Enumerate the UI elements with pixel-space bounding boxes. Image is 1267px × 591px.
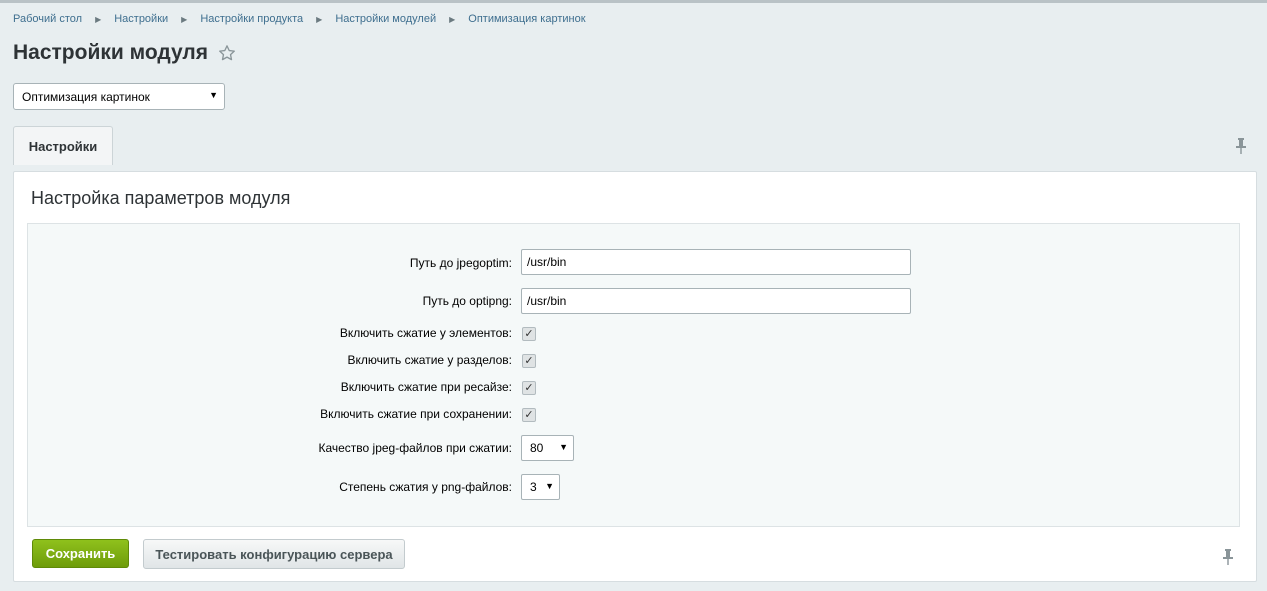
module-select[interactable]: Оптимизация картинок ▼	[13, 83, 225, 110]
chevron-down-icon: ▼	[559, 442, 568, 452]
module-select-value: Оптимизация картинок	[22, 90, 150, 104]
compress-save-checkbox[interactable]: ✓	[522, 408, 536, 422]
png-level-value: 3	[530, 480, 537, 494]
test-server-config-button[interactable]: Тестировать конфигурацию сервера	[143, 539, 405, 569]
jpegoptim-path-input[interactable]: /usr/bin	[521, 249, 911, 275]
tab-settings[interactable]: Настройки	[13, 126, 113, 165]
top-border	[0, 0, 1267, 3]
breadcrumb-separator-icon: ▶	[316, 14, 323, 24]
jpeg-quality-value: 80	[530, 441, 544, 455]
jpegoptim-path-label: Путь до jpegoptim:	[409, 256, 512, 270]
chevron-down-icon: ▼	[209, 90, 218, 100]
breadcrumb-separator-icon: ▶	[95, 14, 102, 24]
breadcrumb-item-product-settings[interactable]: Настройки продукта	[200, 13, 303, 25]
panel-title: Настройка параметров модуля	[31, 188, 291, 208]
compress-elements-checkbox[interactable]: ✓	[522, 327, 536, 341]
breadcrumb-item-module-settings[interactable]: Настройки модулей	[335, 13, 436, 25]
compress-save-label: Включить сжатие при сохранении:	[320, 407, 512, 421]
pin-icon[interactable]	[1235, 138, 1247, 154]
breadcrumb-item-settings[interactable]: Настройки	[114, 13, 168, 25]
compress-resize-checkbox[interactable]: ✓	[522, 381, 536, 395]
chevron-down-icon: ▼	[545, 481, 554, 491]
optipng-path-label: Путь до optipng:	[422, 294, 512, 308]
pin-icon[interactable]	[1222, 549, 1234, 565]
breadcrumb-item-image-optimization[interactable]: Оптимизация картинок	[468, 13, 585, 25]
tab-settings-label: Настройки	[28, 138, 98, 154]
compress-sections-label: Включить сжатие у разделов:	[347, 353, 512, 367]
settings-panel: Настройка параметров модуля Путь до jpeg…	[13, 171, 1257, 582]
compress-sections-checkbox[interactable]: ✓	[522, 354, 536, 368]
star-icon[interactable]	[218, 44, 236, 62]
title-row: Настройки модуля	[13, 41, 236, 65]
breadcrumb: Рабочий стол ▶ Настройки ▶ Настройки про…	[13, 13, 586, 25]
breadcrumb-separator-icon: ▶	[449, 14, 456, 24]
compress-resize-label: Включить сжатие при ресайзе:	[340, 380, 512, 394]
png-level-label: Степень сжатия у png-файлов:	[339, 480, 512, 494]
compress-elements-label: Включить сжатие у элементов:	[339, 326, 512, 340]
png-level-select[interactable]: 3 ▼	[521, 474, 560, 500]
page-title: Настройки модуля	[13, 41, 209, 64]
save-button[interactable]: Сохранить	[32, 539, 129, 568]
optipng-path-input[interactable]: /usr/bin	[521, 288, 911, 314]
jpeg-quality-select[interactable]: 80 ▼	[521, 435, 574, 461]
settings-form: Путь до jpegoptim: /usr/bin Путь до opti…	[27, 223, 1240, 527]
breadcrumb-separator-icon: ▶	[181, 14, 188, 24]
jpeg-quality-label: Качество jpeg-файлов при сжатии:	[318, 441, 512, 455]
breadcrumb-item-desktop[interactable]: Рабочий стол	[13, 13, 82, 25]
